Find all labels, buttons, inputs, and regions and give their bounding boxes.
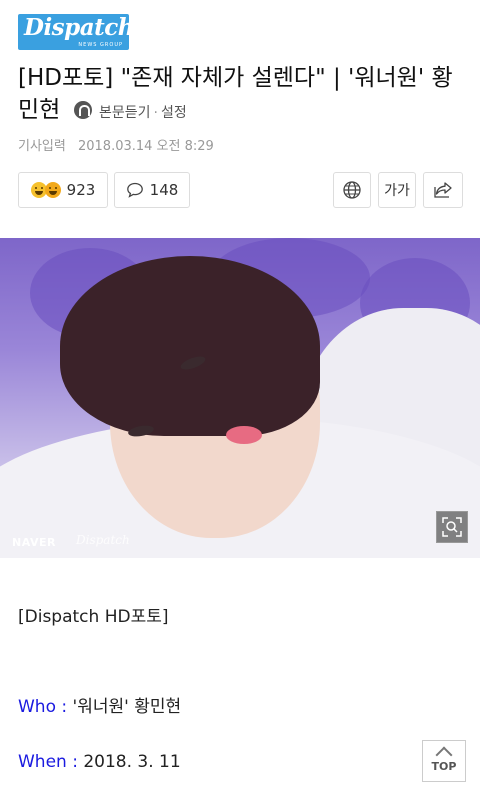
zoom-button[interactable] [436,511,468,543]
scroll-top-button[interactable]: TOP [422,740,466,782]
article-date: 기사입력 2018.03.14 오전 8:29 [18,135,214,154]
reaction-button[interactable]: 923 [18,172,108,208]
lips-shape [226,426,262,444]
globe-icon [343,181,361,199]
translate-button[interactable] [333,172,371,208]
magnifier-icon [442,517,462,537]
listen-button[interactable]: 본문듣기 [99,105,151,121]
when-key: When : [18,752,84,772]
body-when-line: When : 2018. 3. 11 [18,752,181,772]
body-hd-line: [Dispatch HD포토] [18,607,169,627]
listen-icon[interactable] [73,101,92,119]
comment-count: 148 [149,181,179,199]
share-button[interactable] [423,172,463,208]
reaction-count: 923 [66,181,96,199]
body-who-line: Who : '워너원' 황민현 [18,692,181,717]
who-key: Who : [18,697,73,717]
article-photo[interactable]: NAVER Dispatch [0,238,480,558]
font-size-label: 가가 [384,183,410,199]
when-value: 2018. 3. 11 [83,752,181,772]
hair-shape [60,256,320,436]
font-size-button[interactable]: 가가 [378,172,416,208]
settings-link[interactable]: 설정 [161,105,187,121]
comment-button[interactable]: 148 [114,172,190,208]
naver-watermark: NAVER [12,536,56,549]
dispatch-logo[interactable]: Dispatch NEWS GROUP [18,14,134,50]
dispatch-watermark: Dispatch [76,533,130,547]
date-value: 2018.03.14 오전 8:29 [77,139,214,154]
article-title: [HD포토] "존재 자체가 설렌다" | '워너원' 황민현 본문듣기 · 설정 [18,62,468,129]
sad-emoji-icon [44,182,61,198]
logo-subtext: NEWS GROUP [78,42,123,48]
date-label: 기사입력 [18,139,66,154]
logo-text: Dispatch [24,14,134,41]
share-icon [434,182,452,198]
comment-bubble-icon [126,182,143,198]
separator-dot: · [153,105,158,121]
who-value: '워너원' 황민현 [72,697,182,717]
